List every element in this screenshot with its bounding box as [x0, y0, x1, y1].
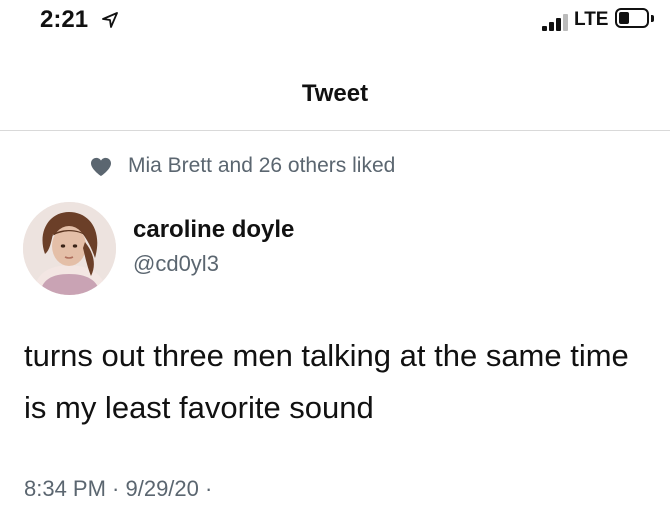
- location-arrow-icon: [102, 12, 118, 28]
- status-bar: 2:21 LTE: [0, 0, 670, 52]
- avatar-photo: [23, 202, 116, 295]
- signal-bars-icon: [542, 13, 572, 31]
- author-display-name[interactable]: caroline doyle: [133, 216, 294, 244]
- heart-icon: [91, 157, 111, 177]
- tweet-text: turns out three men talking at the same …: [24, 338, 629, 425]
- social-context-text: Mia Brett and 26 others liked: [128, 154, 396, 177]
- carrier-label: LTE: [574, 9, 609, 30]
- tweet-timestamp[interactable]: 8:34 PM · 9/29/20 ·: [24, 476, 212, 502]
- status-time: 2:21: [40, 6, 89, 33]
- avatar[interactable]: [23, 202, 116, 295]
- battery-icon: [615, 8, 655, 30]
- author-handle[interactable]: @cd0yl3: [133, 251, 219, 277]
- nav-header: Tweet: [0, 52, 670, 131]
- page-title: Tweet: [301, 80, 369, 107]
